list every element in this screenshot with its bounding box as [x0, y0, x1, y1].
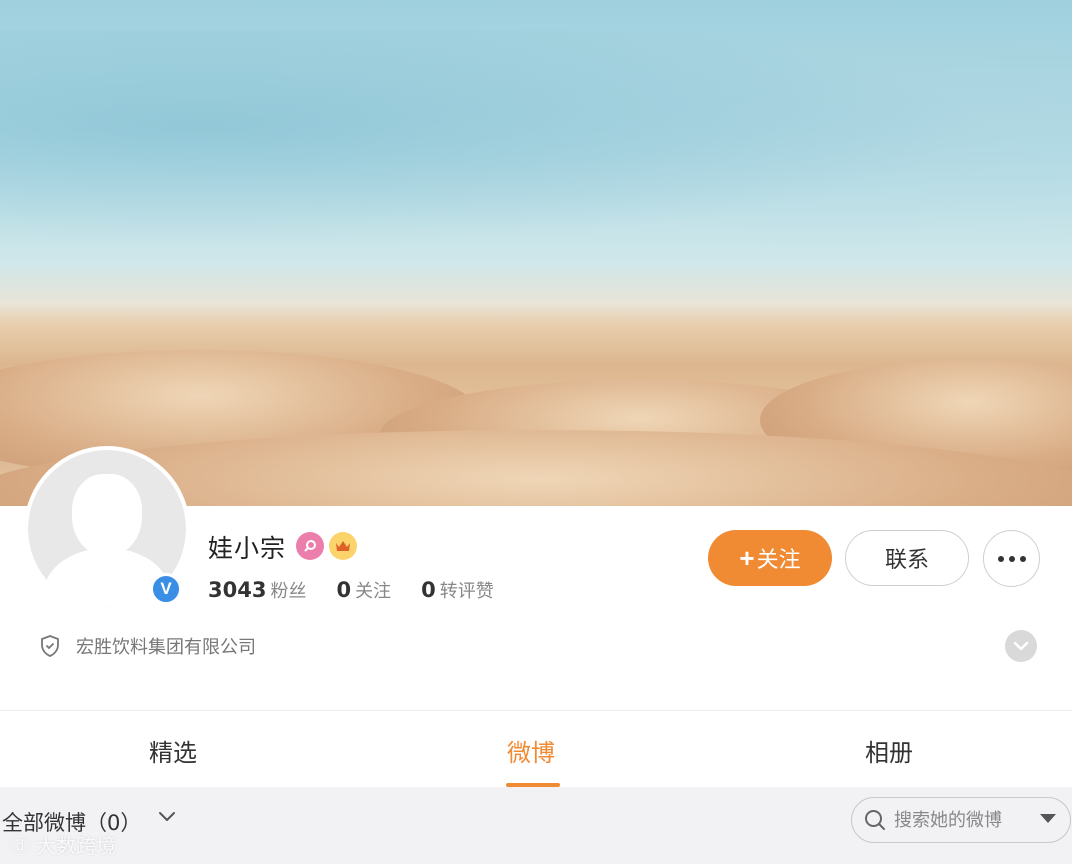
stat-label: 关注 — [355, 581, 392, 602]
female-symbol-icon — [304, 540, 316, 552]
expand-chevron-icon[interactable] — [1005, 630, 1037, 662]
avatar-head-shape — [72, 474, 142, 556]
company-info: 宏胜饮料集团有限公司 — [40, 633, 256, 659]
more-button[interactable] — [983, 530, 1040, 587]
tab-weibo[interactable]: 微博 — [507, 733, 555, 768]
stat-following[interactable]: 0 关注 — [336, 577, 391, 603]
tab-featured[interactable]: 精选 — [149, 733, 197, 768]
more-dot-icon — [997, 555, 1004, 562]
stat-value: 0 — [421, 578, 436, 602]
cover-banner — [0, 0, 1072, 506]
more-dot-icon — [1008, 555, 1015, 562]
avatar-body-shape — [44, 548, 170, 608]
chevron-down-icon — [1013, 641, 1029, 651]
cover-sea — [0, 30, 1072, 270]
watermark-text: 大数跨境 — [36, 834, 116, 858]
shield-icon — [41, 635, 59, 657]
chevron-down-icon[interactable] — [158, 811, 176, 823]
stat-value: 0 — [336, 578, 352, 602]
verified-badge-icon: V — [150, 573, 182, 605]
company-name: 宏胜饮料集团有限公司 — [76, 637, 256, 658]
follow-button[interactable]: + 关注 — [708, 530, 832, 586]
follow-label: 关注 — [756, 547, 801, 572]
profile-name: 娃小宗 — [208, 534, 287, 563]
profile-stats: 3043 粉丝 0 关注 0 转评赞 — [208, 577, 524, 603]
crown-icon[interactable] — [329, 532, 357, 560]
tab-album[interactable]: 相册 — [865, 733, 913, 768]
watermark: ⓓ 大数跨境 — [10, 830, 116, 859]
search-dropdown-icon[interactable] — [1040, 814, 1056, 823]
more-dot-icon — [1019, 555, 1026, 562]
profile-tabs: 精选 微博 相册 — [0, 711, 1072, 787]
search-box[interactable] — [851, 797, 1071, 843]
page-edge — [1072, 0, 1080, 864]
stat-interactions[interactable]: 0 转评赞 — [421, 577, 494, 603]
stat-label: 粉丝 — [270, 581, 307, 602]
search-input[interactable] — [894, 809, 1034, 831]
search-icon — [865, 810, 885, 830]
plus-icon: + — [739, 542, 755, 573]
stat-followers[interactable]: 3043 粉丝 — [208, 577, 306, 603]
stat-label: 转评赞 — [439, 581, 494, 602]
stat-value: 3043 — [208, 578, 267, 602]
female-icon[interactable] — [296, 532, 324, 560]
watermark-logo-icon: ⓓ — [10, 834, 30, 858]
contact-button[interactable]: 联系 — [845, 530, 969, 586]
crown-symbol-icon — [336, 541, 350, 551]
filter-bar: 全部微博（0） — [0, 787, 1072, 864]
